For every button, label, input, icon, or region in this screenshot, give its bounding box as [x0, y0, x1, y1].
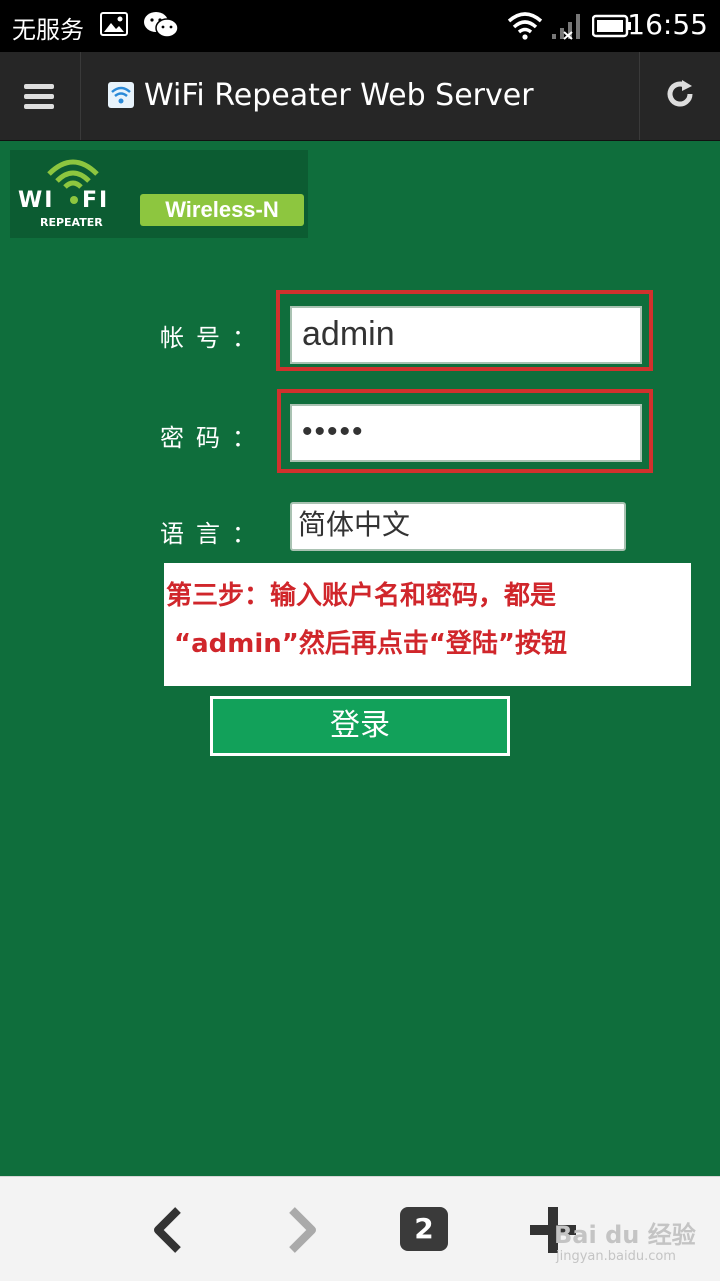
wireless-n-badge: Wireless-N	[140, 194, 304, 226]
password-label: 密码：	[160, 418, 256, 453]
login-button[interactable]: 登录	[210, 696, 510, 756]
label-colon: ：	[232, 520, 256, 548]
annotation-line-2: “admin”然后再点击“登陆”按钮	[174, 629, 568, 659]
tab-count-button[interactable]: 2	[400, 1207, 448, 1251]
logo-subtitle: REPEATER	[40, 216, 103, 229]
logo-dot	[70, 196, 78, 204]
menu-icon	[24, 84, 54, 89]
logo-fi-text: FI	[82, 188, 110, 213]
browser-toolbar: WiFi Repeater Web Server	[0, 52, 720, 141]
wifi-icon	[507, 12, 543, 40]
forward-arrow-icon[interactable]	[282, 1205, 322, 1255]
annotation-line-1: 第三步：输入账户名和密码，都是	[166, 581, 557, 611]
signal-icon	[552, 14, 580, 40]
language-select[interactable]: 简体中文	[290, 502, 626, 551]
battery-icon	[592, 14, 631, 38]
label-colon: ：	[232, 424, 256, 452]
baidu-watermark-url: jingyan.baidu.com	[556, 1249, 676, 1264]
language-label-text: 语言	[160, 520, 232, 548]
status-bar: 无服务 16:55	[0, 0, 720, 52]
wifi-logo-icon	[47, 159, 99, 189]
password-label-text: 密码	[160, 424, 232, 452]
logo-wi-text: WI	[18, 188, 55, 213]
menu-icon-bar	[24, 94, 54, 99]
clock: 16:55	[627, 8, 708, 41]
label-colon: ：	[232, 324, 256, 352]
username-label: 帐号：	[160, 318, 256, 353]
wechat-icon	[144, 12, 179, 38]
page-title[interactable]: WiFi Repeater Web Server	[144, 78, 534, 113]
instruction-annotation: 第三步：输入账户名和密码，都是 “admin”然后再点击“登陆”按钮	[164, 563, 691, 686]
username-label-text: 帐号	[160, 324, 232, 352]
password-input[interactable]: •••••	[290, 404, 642, 462]
language-label: 语言：	[160, 514, 256, 549]
reload-button[interactable]	[639, 52, 720, 140]
back-arrow-icon[interactable]	[148, 1205, 188, 1255]
reload-icon	[667, 80, 693, 107]
browser-bottom-bar: 2 Bai du 经验 jingyan.baidu.com	[0, 1176, 720, 1281]
username-input[interactable]: admin	[290, 306, 642, 364]
favicon-wifi-icon	[108, 82, 134, 108]
menu-icon-bar	[24, 104, 54, 109]
baidu-watermark: Bai du 经验	[554, 1221, 696, 1249]
gallery-icon	[100, 12, 128, 36]
carrier-text: 无服务	[12, 16, 84, 44]
wifi-repeater-logo: WI FI REPEATER Wireless-N	[10, 150, 308, 238]
menu-button[interactable]	[0, 52, 81, 140]
